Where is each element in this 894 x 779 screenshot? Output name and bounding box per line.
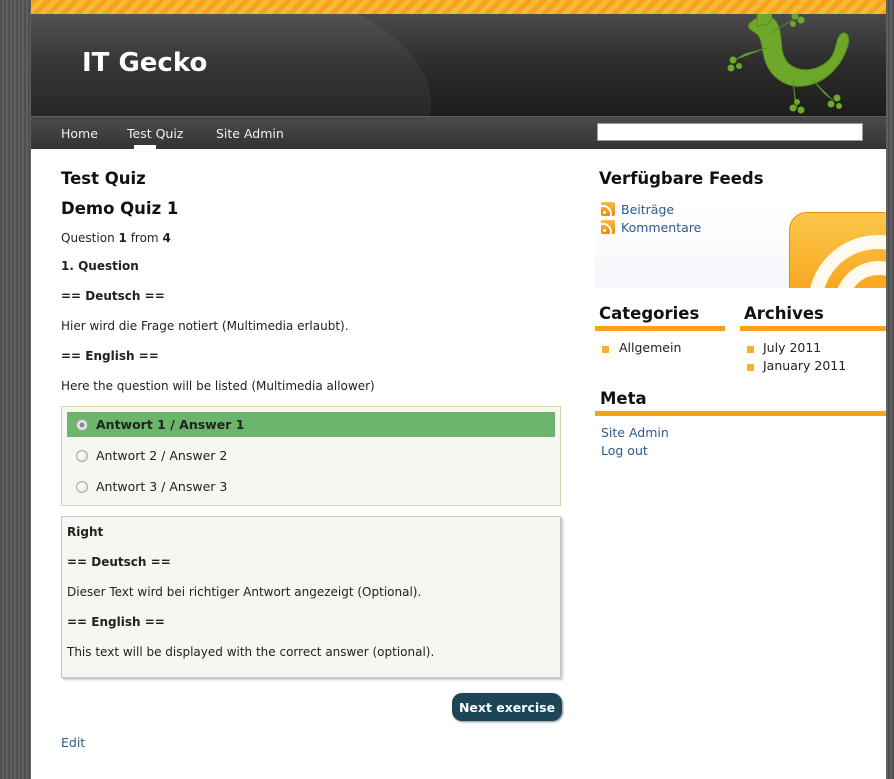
- rss-icon: [601, 202, 615, 216]
- edit-link[interactable]: Edit: [61, 735, 85, 750]
- progress-middle: from: [130, 231, 159, 245]
- progress-total: 4: [162, 231, 171, 245]
- answer-option-1[interactable]: Antwort 1 / Answer 1: [67, 412, 555, 437]
- answer-option-2[interactable]: Antwort 2 / Answer 2: [67, 443, 555, 468]
- nav-item-site-admin[interactable]: Site Admin: [216, 126, 284, 141]
- nav-item-home[interactable]: Home: [61, 126, 98, 141]
- quiz-title: Demo Quiz 1: [61, 199, 179, 218]
- feedback-en-header: == English ==: [67, 615, 165, 629]
- main-nav: Home Test Quiz Site Admin: [31, 116, 886, 149]
- question-title: 1. Question: [61, 259, 139, 273]
- feedback-box: Right == Deutsch == Dieser Text wird bei…: [61, 516, 561, 678]
- archive-item-january-2011[interactable]: January 2011: [763, 358, 846, 373]
- category-item-allgemein[interactable]: Allgemein: [619, 340, 681, 355]
- categories-rule: [595, 326, 725, 331]
- radio-button-selected[interactable]: [76, 419, 88, 431]
- nav-item-test-quiz[interactable]: Test Quiz: [127, 126, 183, 141]
- feedback-de-header: == Deutsch ==: [67, 555, 171, 569]
- list-bullet: [747, 346, 754, 353]
- search-input[interactable]: [597, 123, 863, 141]
- question-progress: Question 1 from 4: [61, 231, 171, 245]
- top-stripe: [31, 0, 886, 14]
- progress-prefix: Question: [61, 231, 115, 245]
- rss-icon: [601, 220, 615, 234]
- answer-list: Antwort 1 / Answer 1 Antwort 2 / Answer …: [61, 406, 561, 506]
- feedback-en-text: This text will be displayed with the cor…: [67, 645, 435, 659]
- question-de-header: == Deutsch ==: [61, 289, 165, 303]
- feedback-de-text: Dieser Text wird bei richtiger Antwort a…: [67, 585, 422, 599]
- gecko-logo-icon: [727, 14, 850, 114]
- question-en-text: Here the question will be listed (Multim…: [61, 379, 375, 393]
- page: IT Gecko Home Test Quiz Site Admin Test …: [31, 0, 886, 779]
- next-exercise-button[interactable]: Next exercise: [452, 693, 562, 721]
- archive-item-july-2011[interactable]: July 2011: [763, 340, 821, 355]
- feed-link-posts[interactable]: Beiträge: [621, 202, 674, 217]
- rss-large-icon: [789, 212, 886, 288]
- sidebar: Verfügbare Feeds Beiträge Kommentare Cat…: [595, 148, 886, 548]
- list-bullet: [602, 346, 609, 353]
- meta-link-site-admin[interactable]: Site Admin: [601, 425, 669, 440]
- archives-rule: [740, 326, 886, 331]
- question-en-header: == English ==: [61, 349, 159, 363]
- categories-title: Categories: [599, 304, 700, 323]
- answer-label: Antwort 3 / Answer 3: [96, 479, 228, 494]
- radio-button[interactable]: [76, 450, 88, 462]
- feedback-title: Right: [67, 525, 104, 539]
- site-title[interactable]: IT Gecko: [82, 48, 207, 78]
- answer-option-3[interactable]: Antwort 3 / Answer 3: [67, 474, 555, 499]
- feed-link-comments[interactable]: Kommentare: [621, 220, 701, 235]
- answer-label: Antwort 1 / Answer 1: [96, 417, 245, 432]
- meta-rule: [595, 411, 886, 416]
- archives-title: Archives: [744, 304, 824, 323]
- question-de-text: Hier wird die Frage notiert (Multimedia …: [61, 319, 349, 333]
- meta-title: Meta: [600, 389, 647, 408]
- nav-active-indicator: [134, 145, 156, 149]
- feeds-title: Verfügbare Feeds: [599, 169, 764, 188]
- meta-link-log-out[interactable]: Log out: [601, 443, 648, 458]
- answer-label: Antwort 2 / Answer 2: [96, 448, 228, 463]
- progress-current: 1: [118, 231, 127, 245]
- list-bullet: [747, 364, 754, 371]
- site-header: IT Gecko: [31, 14, 886, 116]
- radio-button[interactable]: [76, 481, 88, 493]
- page-title: Test Quiz: [61, 169, 146, 188]
